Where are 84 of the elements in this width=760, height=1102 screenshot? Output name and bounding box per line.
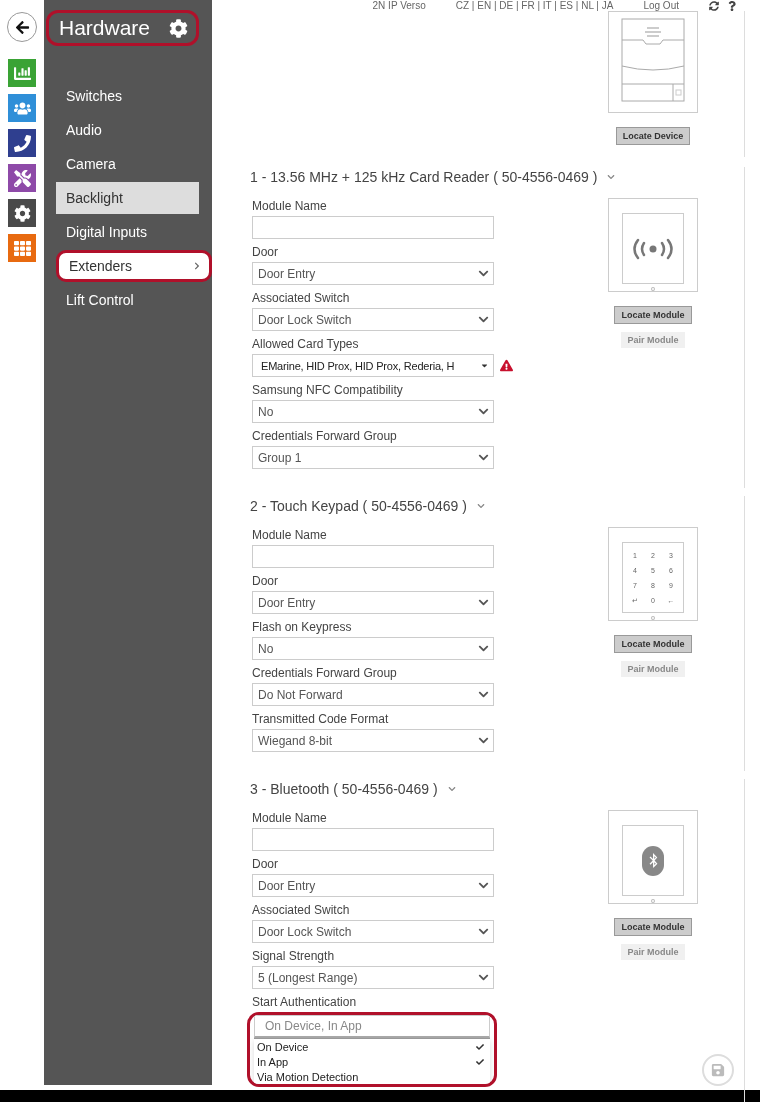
sidebar-item[interactable]: Digital Inputs xyxy=(56,216,199,248)
select-field[interactable]: No xyxy=(252,400,494,423)
chevron-icon xyxy=(478,643,489,654)
chevron-icon xyxy=(478,452,489,463)
grid-icon[interactable] xyxy=(8,234,36,262)
chevron-icon xyxy=(478,689,489,700)
chevron-icon xyxy=(193,262,201,270)
device-name: 2N IP Verso xyxy=(372,0,426,11)
bar-chart-icon[interactable] xyxy=(8,59,36,87)
text-field[interactable] xyxy=(252,216,494,239)
caret-icon xyxy=(480,361,489,370)
sidebar-item[interactable]: Audio xyxy=(56,114,199,146)
multi-select-field[interactable]: EMarine, HID Prox, HID Prox, Rederia, H xyxy=(252,354,494,377)
back-button[interactable] xyxy=(7,12,37,42)
locate-button[interactable]: Locate Device xyxy=(615,127,691,145)
field-label: Flash on Keypress xyxy=(252,619,353,635)
users-icon[interactable] xyxy=(8,94,36,122)
select-field[interactable]: Door Entry xyxy=(252,874,494,897)
field-label: Door xyxy=(252,244,279,260)
chevron-icon xyxy=(478,735,489,746)
bluetooth-icon xyxy=(642,845,664,876)
text-field[interactable] xyxy=(252,828,494,851)
field-label: Allowed Card Types xyxy=(252,336,360,352)
select-field[interactable]: Do Not Forward xyxy=(252,683,494,706)
refresh-icon[interactable] xyxy=(709,0,719,11)
select-field[interactable]: Group 1 xyxy=(252,446,494,469)
multi-select-field[interactable]: On Device, In App xyxy=(254,1015,490,1038)
section-title: 3 - Bluetooth ( 50-4556-0469 ) xyxy=(250,781,438,797)
text-field[interactable] xyxy=(252,545,494,568)
locate-button[interactable]: Locate Module xyxy=(614,306,692,324)
chevron-icon xyxy=(478,880,489,891)
field-label: Associated Switch xyxy=(252,902,351,918)
dropdown-option[interactable]: On Device xyxy=(254,1039,490,1054)
select-field[interactable]: Door Entry xyxy=(252,262,494,285)
field-label: Samsung NFC Compatibility xyxy=(252,382,404,398)
field-label: Credentials Forward Group xyxy=(252,665,398,681)
field-label: Associated Switch xyxy=(252,290,351,306)
field-label: Door xyxy=(252,573,279,589)
settings-icon[interactable] xyxy=(8,199,36,227)
field-label: Door xyxy=(252,856,279,872)
dropdown-option[interactable]: In App xyxy=(254,1054,490,1069)
select-field[interactable]: Door Lock Switch xyxy=(252,308,494,331)
chevron-icon xyxy=(478,406,489,417)
back-arrow-icon xyxy=(14,19,30,35)
field-label: Credentials Forward Group xyxy=(252,428,398,444)
dropdown-option[interactable]: Via Motion Detection xyxy=(254,1069,490,1084)
tools-icon[interactable] xyxy=(8,164,36,192)
select-field[interactable]: Door Lock Switch xyxy=(252,920,494,943)
field-label: Module Name xyxy=(252,810,328,826)
section-title: 1 - 13.56 MHz + 125 kHz Card Reader ( 50-4556-0469 ) xyxy=(250,169,598,185)
section-title: 2 - Touch Keypad ( 50-4556-0469 ) xyxy=(250,498,467,514)
chevron-icon xyxy=(478,597,489,608)
field-label: Transmitted Code Format xyxy=(252,711,390,727)
logout-link[interactable]: Log Out xyxy=(643,0,679,11)
field-label: Signal Strength xyxy=(252,948,336,964)
sidebar-title: Hardware xyxy=(59,16,151,40)
language-links[interactable]: CZ | EN | DE | FR | IT | ES | NL | JA xyxy=(455,0,614,11)
save-button[interactable] xyxy=(702,1054,734,1086)
locate-button[interactable]: Locate Module xyxy=(614,918,692,936)
phone-icon[interactable] xyxy=(8,129,36,157)
field-label: Start Authentication xyxy=(252,994,358,1010)
field-label: Module Name xyxy=(252,527,328,543)
wireless-icon xyxy=(630,236,676,261)
select-field[interactable]: 5 (Longest Range) xyxy=(252,966,494,989)
chevron-icon[interactable] xyxy=(447,785,456,793)
chevron-icon xyxy=(478,972,489,983)
locate-button[interactable]: Locate Module xyxy=(614,635,692,653)
save-icon xyxy=(711,1063,725,1077)
sidebar-item[interactable]: Extenders xyxy=(56,250,212,282)
sidebar-item[interactable]: Switches xyxy=(56,80,199,112)
chevron-icon xyxy=(478,314,489,325)
field-label: Module Name xyxy=(252,198,328,214)
chevron-icon[interactable] xyxy=(476,502,485,510)
sidebar-item[interactable]: Lift Control xyxy=(56,284,199,316)
chevron-icon xyxy=(478,926,489,937)
select-field[interactable]: Wiegand 8-bit xyxy=(252,729,494,752)
chevron-icon[interactable] xyxy=(607,173,616,181)
select-field[interactable]: Door Entry xyxy=(252,591,494,614)
settings-icon[interactable] xyxy=(169,18,188,38)
sidebar-item[interactable]: Backlight xyxy=(56,182,199,214)
chevron-icon xyxy=(478,268,489,279)
sidebar-item[interactable]: Camera xyxy=(56,148,199,180)
select-field[interactable]: No xyxy=(252,637,494,660)
help-icon[interactable] xyxy=(727,0,737,11)
